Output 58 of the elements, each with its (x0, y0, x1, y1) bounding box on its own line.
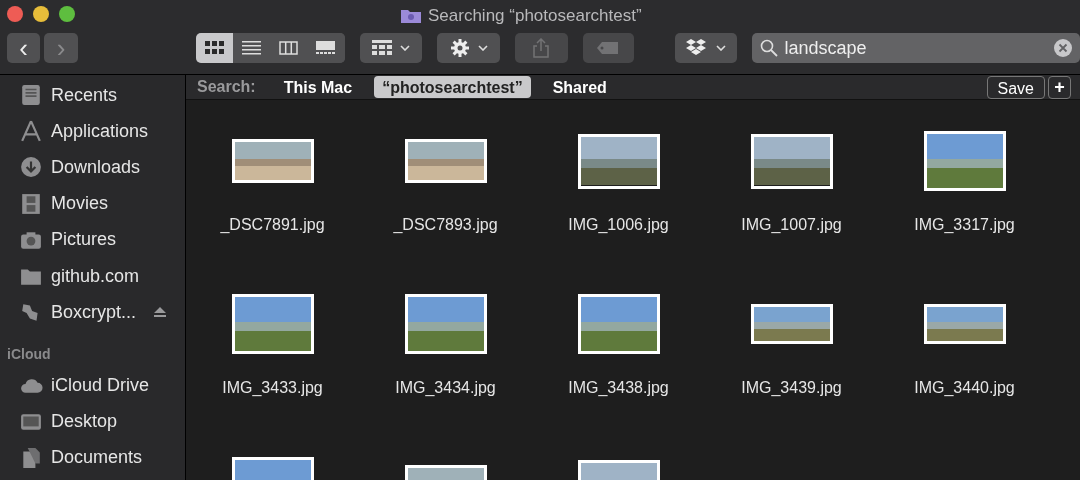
add-button[interactable]: + (1048, 75, 1071, 99)
list-icon (241, 41, 261, 55)
sidebar-item[interactable]: Desktop (0, 403, 185, 440)
zoom-button[interactable] (59, 6, 75, 22)
sidebar-item[interactable]: Pictures (0, 221, 185, 258)
sidebar-item[interactable]: Boxcrypt... (0, 294, 185, 331)
icon-view-button[interactable] (195, 33, 233, 63)
file-name[interactable]: _DSC7893.jpg (393, 213, 498, 237)
download-icon (19, 156, 43, 179)
close-button[interactable] (7, 6, 23, 22)
file-name[interactable]: IMG_3439.jpg (741, 376, 842, 400)
search-input[interactable]: landscape (784, 34, 1048, 62)
folder-icon (400, 7, 422, 25)
dropbox-button[interactable] (674, 33, 738, 63)
group-button[interactable] (359, 33, 423, 63)
sidebar-item[interactable]: iCloud Drive (0, 367, 185, 404)
back-button[interactable]: ‹ (7, 33, 41, 63)
scope-button[interactable]: This Mac (275, 76, 361, 98)
chevron-down-icon (716, 45, 727, 51)
sidebar-item[interactable]: Movies (0, 185, 185, 222)
dropbox-icon (686, 39, 707, 57)
tag-icon (597, 42, 620, 54)
file-name[interactable]: IMG_1007.jpg (741, 213, 842, 237)
sidebar-item[interactable]: Applications (0, 113, 185, 150)
file-name[interactable]: IMG_3434.jpg (395, 376, 496, 400)
icon-grid-icon (204, 41, 224, 55)
share-icon (533, 38, 550, 58)
recents-icon (19, 84, 43, 107)
sidebar-item[interactable]: Documents (0, 439, 185, 476)
file-name[interactable]: IMG_1006.jpg (568, 213, 669, 237)
search-icon (760, 39, 779, 57)
sidebar-item[interactable]: github.com (0, 257, 185, 295)
sidebar-item[interactable]: Downloads (0, 149, 185, 186)
clear-icon[interactable] (1054, 39, 1072, 57)
scope-button[interactable]: “photosearchtest” (374, 76, 531, 98)
save-button[interactable]: Save (986, 75, 1045, 99)
action-button[interactable] (437, 33, 500, 63)
section-header: iCloud (6, 345, 52, 365)
columns-icon (279, 41, 299, 55)
applications-icon (19, 120, 43, 143)
file-name[interactable]: IMG_3433.jpg (222, 376, 323, 400)
file-name[interactable]: IMG_3317.jpg (914, 213, 1015, 237)
file-name[interactable]: IMG_3438.jpg (568, 376, 669, 400)
grid-icon (371, 40, 392, 56)
chevron-down-icon (477, 45, 488, 51)
scope-button[interactable]: Shared (544, 76, 615, 98)
sidebar-item[interactable]: Recents (0, 77, 185, 114)
file-name[interactable]: IMG_3440.jpg (914, 376, 1015, 400)
film-icon (19, 192, 43, 215)
chevron-down-icon (399, 45, 410, 51)
minimize-button[interactable] (33, 6, 49, 22)
file-name[interactable]: _DSC7891.jpg (220, 213, 325, 237)
gallery-icon (316, 41, 336, 55)
gear-icon (449, 38, 470, 58)
search-field[interactable]: landscape (752, 33, 1080, 63)
window-title: Searching “photosearchtest” (428, 5, 642, 27)
scope-label: Search: (197, 77, 256, 97)
eject-icon[interactable] (154, 306, 167, 318)
